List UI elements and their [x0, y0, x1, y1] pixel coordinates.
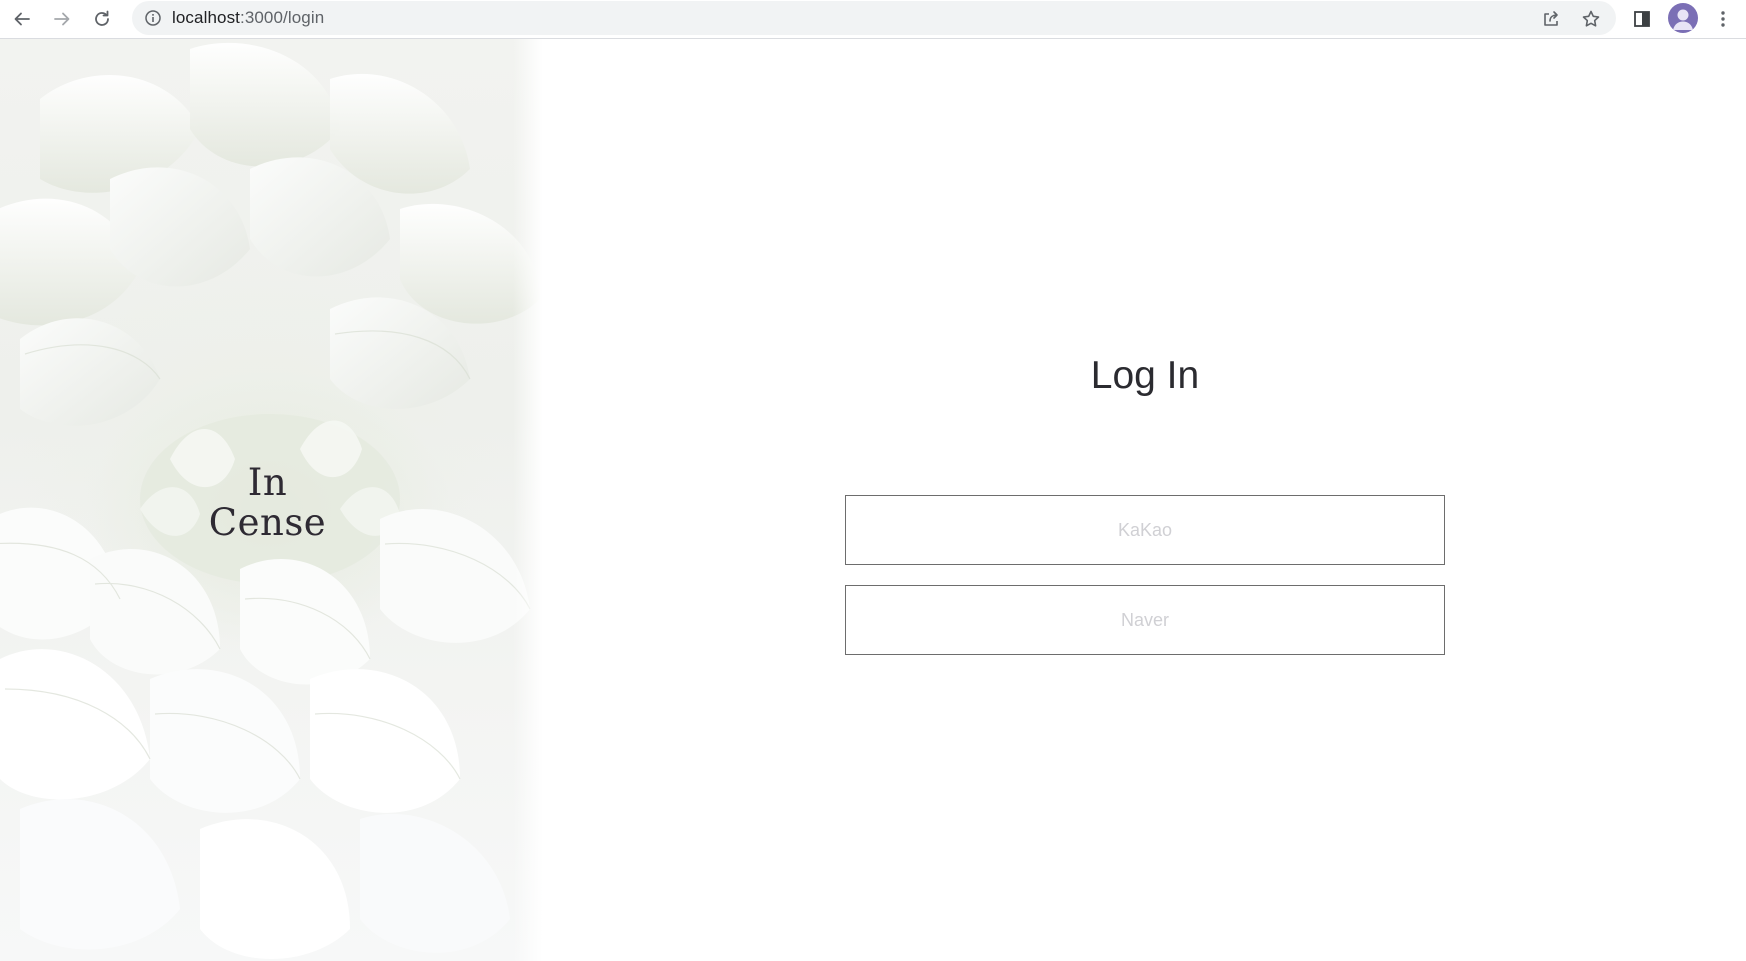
share-icon: [1544, 11, 1558, 26]
avatar[interactable]: [1668, 3, 1698, 33]
arrow-left-icon: [14, 12, 30, 26]
profile-icon: [1673, 9, 1693, 30]
forward-button[interactable]: [47, 4, 77, 34]
bookmark-button[interactable]: [1576, 5, 1606, 33]
hero-image: In Cense: [0, 39, 543, 961]
kakao-login-button[interactable]: KaKao: [845, 495, 1445, 565]
share-button[interactable]: [1536, 5, 1566, 33]
info-icon[interactable]: [144, 9, 162, 27]
page-title: Log In: [1090, 354, 1200, 397]
reload-button[interactable]: [87, 4, 117, 34]
kebab-menu-icon: [1721, 11, 1725, 27]
url-text: localhost:3000/login: [172, 1, 324, 35]
naver-login-button[interactable]: Naver: [845, 585, 1445, 655]
url-path: :3000/login: [240, 8, 325, 27]
side-panel-icon: [1634, 11, 1650, 27]
logo-line-2: Cense: [208, 501, 327, 544]
browser-toolbar: localhost:3000/login: [0, 0, 1746, 39]
reload-icon: [95, 10, 109, 26]
side-panel-button[interactable]: [1627, 4, 1657, 34]
arrow-right-icon: [54, 12, 70, 26]
url-host: localhost: [172, 8, 240, 27]
login-page: In Cense Log In KaKao Naver: [0, 39, 1746, 961]
back-button[interactable]: [7, 4, 37, 34]
logo-line-1: In: [247, 461, 288, 504]
brand-logo[interactable]: In Cense: [0, 463, 535, 543]
address-bar[interactable]: localhost:3000/login: [132, 1, 1616, 35]
star-icon: [1582, 10, 1600, 27]
browser-menu-button[interactable]: [1708, 4, 1738, 34]
